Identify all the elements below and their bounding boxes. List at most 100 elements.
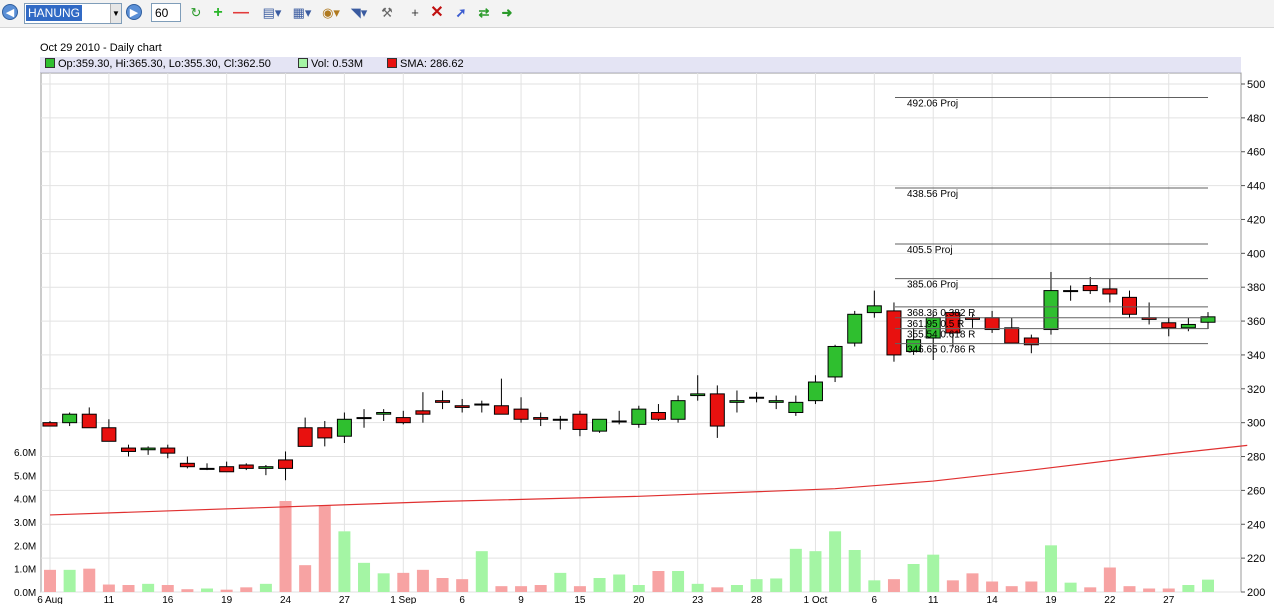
- price-tick-label: 360: [1247, 316, 1265, 328]
- volume-bar: [259, 583, 272, 592]
- candle-body: [376, 412, 392, 415]
- volume-bar: [279, 501, 292, 592]
- volume-bar: [829, 531, 842, 592]
- candle-body: [415, 410, 431, 415]
- volume-bar: [789, 548, 802, 592]
- candle-body: [984, 317, 1000, 331]
- level-label: 346.65 0.786 R: [907, 345, 975, 356]
- volume-bar: [102, 584, 115, 592]
- candle-body: [552, 418, 568, 421]
- date-tick-label: 22: [1104, 595, 1116, 604]
- level-label: 355.54 0.618 R: [907, 330, 975, 341]
- date-tick-label: 1 Sep: [390, 595, 417, 604]
- date-tick-label: 20: [633, 595, 645, 604]
- price-chart[interactable]: 200 220 240 260 280 300 320 340 360 380 400 420 440 4…: [0, 0, 1274, 604]
- volume-bar: [887, 579, 900, 592]
- price-tick-label: 400: [1247, 248, 1265, 260]
- price-tick-label: 460: [1247, 147, 1265, 159]
- candle-body: [592, 418, 608, 432]
- volume-bar: [161, 585, 174, 592]
- volume-bar: [1182, 585, 1195, 592]
- date-tick-label: 11: [104, 595, 115, 604]
- volume-bar: [750, 579, 763, 592]
- date-tick-label: 27: [339, 595, 351, 604]
- volume-bar: [613, 574, 626, 592]
- volume-bar: [534, 585, 547, 592]
- candle-body: [1004, 327, 1020, 344]
- volume-bar: [632, 585, 645, 592]
- volume-bar: [809, 551, 822, 592]
- candle-body: [768, 400, 784, 403]
- volume-bar: [83, 568, 96, 592]
- volume-tick-label: 1.0M: [14, 565, 36, 576]
- volume-bar: [691, 583, 704, 592]
- volume-bar: [456, 579, 469, 592]
- price-tick-label: 420: [1247, 214, 1265, 226]
- price-tick-label: 340: [1247, 350, 1265, 362]
- candle-body: [729, 400, 745, 403]
- candle-body: [435, 400, 451, 403]
- legend-sma: SMA: 286.62: [387, 58, 464, 71]
- volume-bar: [44, 569, 56, 592]
- date-tick-label: 11: [928, 595, 939, 604]
- candle-body: [238, 464, 254, 469]
- candle-body: [199, 467, 215, 470]
- candle-body: [807, 381, 823, 402]
- level-label: 385.06 Proj: [907, 280, 958, 291]
- candle-body: [788, 401, 804, 414]
- price-tick-label: 440: [1247, 181, 1265, 193]
- candle-body: [650, 412, 666, 420]
- candle-body: [1043, 290, 1059, 331]
- candle-body: [847, 313, 863, 344]
- volume-bar: [927, 554, 940, 592]
- candle-body: [454, 405, 470, 408]
- volume-bar: [142, 583, 155, 592]
- date-tick-label: 1 Oct: [804, 595, 828, 604]
- candle-body: [179, 462, 195, 468]
- volume-bar: [416, 569, 429, 592]
- date-tick-label: 24: [280, 595, 292, 604]
- candle-body: [827, 345, 843, 378]
- candle-body: [1102, 288, 1118, 295]
- price-tick-label: 220: [1247, 553, 1265, 565]
- volume-bar: [1044, 545, 1057, 592]
- candle-body: [866, 305, 882, 314]
- date-tick-label: 14: [987, 595, 999, 604]
- volume-bar: [358, 562, 371, 592]
- candle-body: [1180, 323, 1196, 329]
- volume-bar: [122, 585, 135, 592]
- volume-bar: [475, 551, 488, 592]
- date-tick-label: 6: [459, 595, 465, 604]
- volume-bar: [672, 571, 685, 592]
- candle-body: [121, 447, 137, 452]
- candle-body: [81, 413, 97, 429]
- date-tick-label: 15: [574, 595, 586, 604]
- volume-bar: [1202, 579, 1214, 592]
- candle-body: [336, 418, 352, 437]
- date-tick-label: 6 Aug: [37, 595, 63, 604]
- candle-body: [317, 427, 333, 439]
- candle-body: [101, 427, 117, 442]
- candle-body: [219, 466, 235, 473]
- candle-body: [42, 422, 58, 427]
- volume-bar: [1064, 582, 1077, 592]
- volume-bar: [573, 586, 586, 592]
- candle-body: [1161, 322, 1177, 329]
- candle-body: [533, 417, 549, 420]
- date-tick-label: 16: [162, 595, 174, 604]
- volume-bar: [593, 578, 606, 592]
- volume-bar: [240, 587, 253, 592]
- candle-body: [140, 447, 156, 451]
- price-tick-label: 300: [1247, 418, 1265, 430]
- volume-bar: [63, 569, 76, 592]
- volume-tick-label: 6.0M: [14, 448, 36, 459]
- volume-bar: [1103, 567, 1116, 592]
- candle-body: [474, 403, 490, 406]
- price-tick-label: 380: [1247, 282, 1265, 294]
- candle-body: [631, 408, 647, 425]
- legend-ohlc-text: Op:359.30, Hi:365.30, Lo:355.30, Cl:362.…: [58, 58, 271, 70]
- volume-bar: [377, 573, 390, 592]
- candle-body: [709, 393, 725, 427]
- price-tick-label: 500: [1247, 79, 1265, 91]
- level-label: 492.06 Proj: [907, 98, 958, 109]
